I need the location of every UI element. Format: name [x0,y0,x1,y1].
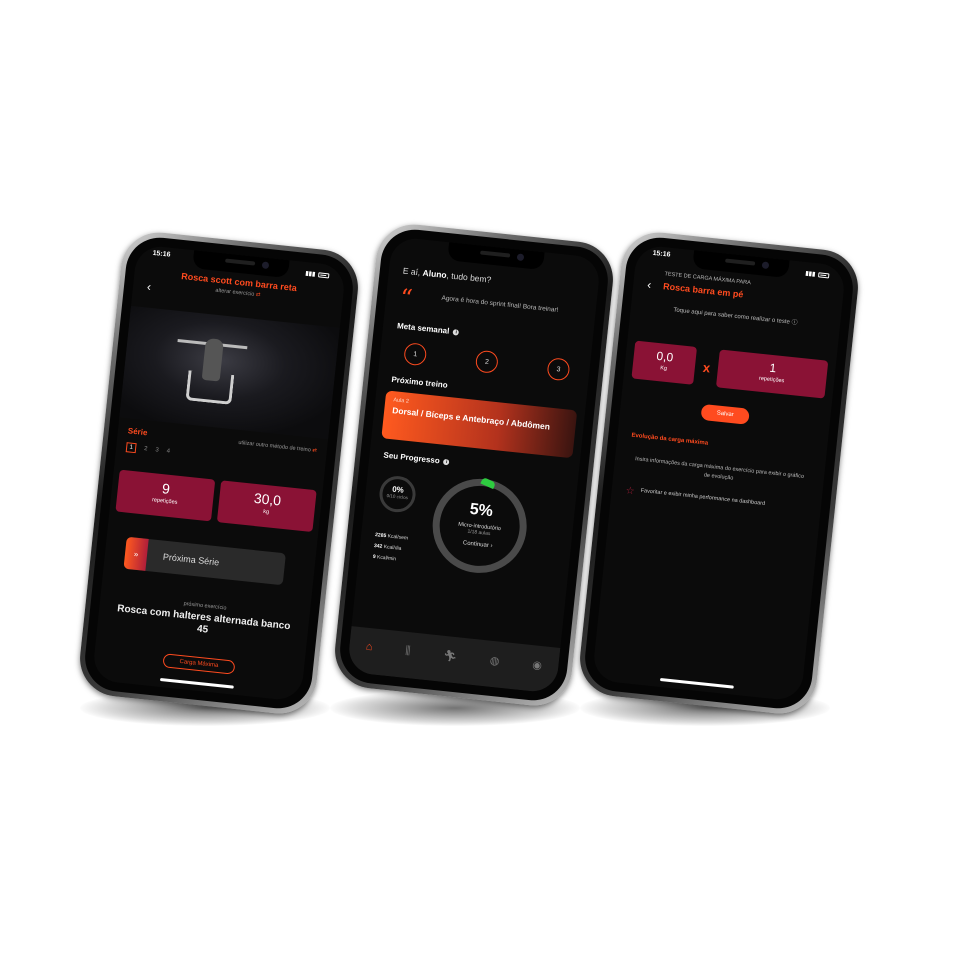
next-workout-heading: Próximo treino [391,374,449,390]
progress-heading: Seu Progresso i [383,451,450,467]
other-method-link[interactable]: utilizar outro método de treino ⇄ [238,439,317,453]
info-icon: ⓘ [791,319,798,327]
next-series-button[interactable]: » Próxima Série [123,536,286,586]
evolution-title: Evolução da carga máxima [631,432,709,447]
set-3[interactable]: 3 [155,447,159,453]
info-icon: i [443,458,450,465]
evolution-hint: Insira informações da carga máxima do ex… [634,456,805,482]
reps-box[interactable]: 1 repetições [716,349,829,399]
user-name: Aluno [422,267,448,281]
set-1[interactable]: 1 [125,442,137,454]
signal-icon: ▮▮▮ [805,270,816,278]
motivational-quote: Agora é hora do sprint final! Bora trein… [441,294,559,314]
signal-icon: ▮▮▮ [305,270,316,278]
phone-dashboard: E aí, Aluno, tudo bem? “ Agora é hora do… [331,220,617,710]
program-ring[interactable]: 5% Micro-introdutório 1/18 aulas Continu… [428,474,532,578]
notch [447,242,545,271]
quote-icon: “ [398,283,414,313]
set-4[interactable]: 4 [166,448,170,454]
double-chevron-icon: » [123,536,149,571]
reps-box[interactable]: 9 repetições [115,469,216,522]
favorite-toggle[interactable]: ☆ Favoritar e exibir minha performance n… [625,485,803,515]
favorite-text: Favoritar e exibir minha performance na … [640,487,766,507]
info-icon: i [452,328,460,336]
weight-box[interactable]: 0,0 Kg [631,340,698,385]
dumbbell-icon[interactable]: ⫼ [405,644,411,657]
weekly-goal-1[interactable]: 1 [403,342,428,367]
tab-bar: ⌂ ⫼ 🏃︎ ◍ ◉ [346,626,561,694]
weekly-goal-heading: Meta semanal i [397,321,460,336]
weekly-goal-row: 1 2 3 [403,342,571,382]
set-selector: 1 2 3 4 [125,442,171,457]
set-2[interactable]: 2 [144,446,148,452]
phone-workout-series: 15:16 ▮▮▮ ‹ Rosca scott com barra reta a… [76,228,362,718]
back-button[interactable]: ‹ [647,278,652,292]
running-icon[interactable]: 🏃︎ [443,648,458,662]
continue-link[interactable]: Continuar › [438,538,518,552]
weekly-goal-3[interactable]: 3 [546,357,571,382]
battery-icon [818,271,830,278]
next-workout-card[interactable]: Aula 2 Dorsal / Bíceps e Antebraço / Abd… [381,390,578,459]
max-load-button[interactable]: Carga Máxima [162,653,236,675]
progress-arc [480,477,496,490]
save-button[interactable]: Salvar [700,403,750,425]
exercise-photo [119,305,340,440]
greeting: E aí, Aluno, tudo bem? [402,265,492,285]
swap-icon: ⇄ [311,447,318,454]
next-series-label: Próxima Série [162,551,220,568]
profile-icon[interactable]: ◉ [532,658,543,672]
home-icon[interactable]: ⌂ [365,641,373,654]
kcal-stats: 2285 Kcal/sem 342 Kcal/dia 9 Kcal/min [372,532,409,563]
serie-label: Série [127,426,148,438]
status-time: 15:16 [152,249,171,259]
screen: 15:16 ▮▮▮ TESTE DE CARGA MÁXIMA PARA ‹ R… [591,244,847,702]
screen: 15:16 ▮▮▮ ‹ Rosca scott com barra reta a… [91,244,347,702]
battery-icon [318,271,330,278]
weight-box[interactable]: 30,0 kg [216,480,317,533]
how-to-link[interactable]: Toque aqui para saber como realizar o te… [646,304,824,331]
cycles-ring: 0% 0/10 ciclos [377,474,418,514]
gamepad-icon[interactable]: ◍ [489,653,500,667]
home-indicator [159,677,234,689]
weekly-goal-2[interactable]: 2 [474,349,499,374]
phone-max-load-test: 15:16 ▮▮▮ TESTE DE CARGA MÁXIMA PARA ‹ R… [576,228,862,718]
home-indicator [659,677,734,689]
screen: E aí, Aluno, tudo bem? “ Agora é hora do… [346,236,602,694]
status-time: 15:16 [652,249,671,259]
chevron-right-icon: › [490,543,493,550]
swap-icon: ⇄ [255,291,261,299]
notch [692,250,790,279]
times-sign: x [702,359,711,375]
star-icon: ☆ [625,485,636,498]
